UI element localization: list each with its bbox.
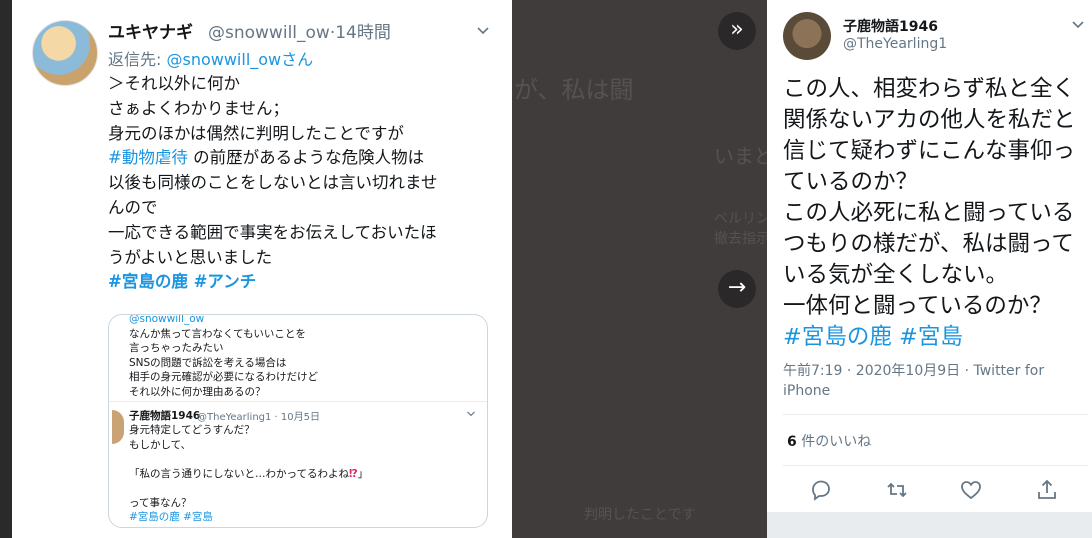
author-handle[interactable]: @snowwill_ow [208,23,330,43]
quoted-parent-lines: なんか焦って言わなくてもいいことを 言っちゃったみたい SNSの問題で訴訟を考え… [129,327,318,398]
text-line: の前歴があるような危険人物は [187,148,425,168]
page-edge [0,0,12,538]
divider [783,414,1088,415]
hashtag-link[interactable]: #動物虐待 [108,148,188,167]
quoted-hashtags: #宮島の鹿 #宮島 [129,511,213,523]
quoted-parent-handle[interactable]: @snowwill_ow [129,315,204,325]
panel-footer [767,512,1092,538]
text-line: ＞それ以外に何か [108,74,240,93]
tweet-text: この人、相変わらず私と全く関係ないアカの他人を私だと信じて疑わずにこんな事仰って… [783,74,1088,353]
reply-icon[interactable] [809,478,833,502]
backdrop-text: いまど [714,144,767,168]
tweet-time[interactable]: ·14時間 [330,23,391,43]
quoted-author-meta: @TheYearling1 · 10月5日 [197,412,320,423]
quoted-avatar [112,410,124,444]
text-line: うがよいと思いました [108,247,273,267]
tweet-timestamp[interactable]: 午前7:19 · 2020年10月9日 · Twitter for iPhone [783,362,1063,401]
tweet-body: この人、相変わらず私と全く関係ないアカの他人を私だと信じて疑わずにこんな事仰って… [783,76,1076,319]
exclamation-question-icon: ⁉ [348,467,358,480]
quoted-tweet-card[interactable]: @snowwill_ow なんか焦って言わなくてもいいことを 言っちゃったみたい… [108,314,488,528]
likes-label: 件のいいね [796,434,872,450]
text-line: 一応できる範囲で事実をお伝えしておいたほ [108,222,437,242]
text-line: さぁよくわかりません； [108,98,290,118]
divider [109,401,487,402]
text-line: 以後も同様のことをしないとは言い切れませ [108,173,438,193]
retweet-icon[interactable] [885,478,909,502]
hashtag-links[interactable]: #宮島の鹿 #アンチ [108,272,256,291]
quoted-text: 身元特定してどうすんだ？ もしかして、 「私の言う通りにしないと…わかってるわよ… [129,423,368,525]
heart-icon[interactable] [959,478,983,502]
hashtag-links[interactable]: #宮島の鹿 #宮島 [783,324,963,350]
next-arrow-button[interactable]: → [718,270,756,308]
divider [783,465,1088,466]
quoted-parent-text: @snowwill_ow なんか焦って言わなくてもいいことを 言っちゃったみたい… [129,315,318,399]
quoted-text-a: 身元特定してどうすんだ？ もしかして、 「私の言う通りにしないと…わかってるわよ… [129,424,349,480]
chevron-down-icon[interactable] [476,24,490,38]
backdrop-text: ベルリン [714,211,767,227]
author-name[interactable]: ユキヤナギ [108,18,193,43]
avatar[interactable] [783,12,831,60]
right-tweet[interactable]: 子鹿物語1946 @TheYearling1 この人、相変わらず私と全く関係ない… [767,0,1092,538]
text-line: 身元のほかは偶然に判明したことですが [108,123,404,143]
author-name[interactable]: 子鹿物語1946 [843,16,938,36]
text-line: んので [108,197,158,217]
left-tweet[interactable]: ユキヤナギ @snowwill_ow·14時間 返信先: @snowwill_o… [12,0,512,538]
reply-prefix: 返信先: [108,50,167,69]
backdrop-text: 撤去指示 [714,231,767,247]
chevron-down-icon[interactable] [466,409,476,419]
collapse-panel-button[interactable]: » [718,12,756,50]
reply-context: 返信先: @snowwill_owさん [108,46,313,70]
dimmed-backdrop[interactable]: が、私は闘 いまど ベルリン 撤去指示 判明したことです [512,0,767,538]
likes-number: 6 [787,434,797,450]
tweet-text: ＞それ以外に何か さぁよくわかりません； 身元のほかは偶然に判明したことですが … [108,72,498,295]
backdrop-text: が、私は闘 [514,76,634,104]
likes-count[interactable]: 6 件のいいね [787,431,871,451]
avatar[interactable] [32,20,98,86]
backdrop-text: 判明したことです [584,507,696,523]
share-icon[interactable] [1035,478,1059,502]
author-handle-time[interactable]: @snowwill_ow·14時間 [208,18,391,43]
reply-to-link[interactable]: @snowwill_owさん [166,50,313,69]
chevron-down-icon[interactable] [1071,18,1085,32]
quoted-author-name: 子鹿物語1946 [129,410,201,422]
author-handle[interactable]: @TheYearling1 [843,36,947,52]
